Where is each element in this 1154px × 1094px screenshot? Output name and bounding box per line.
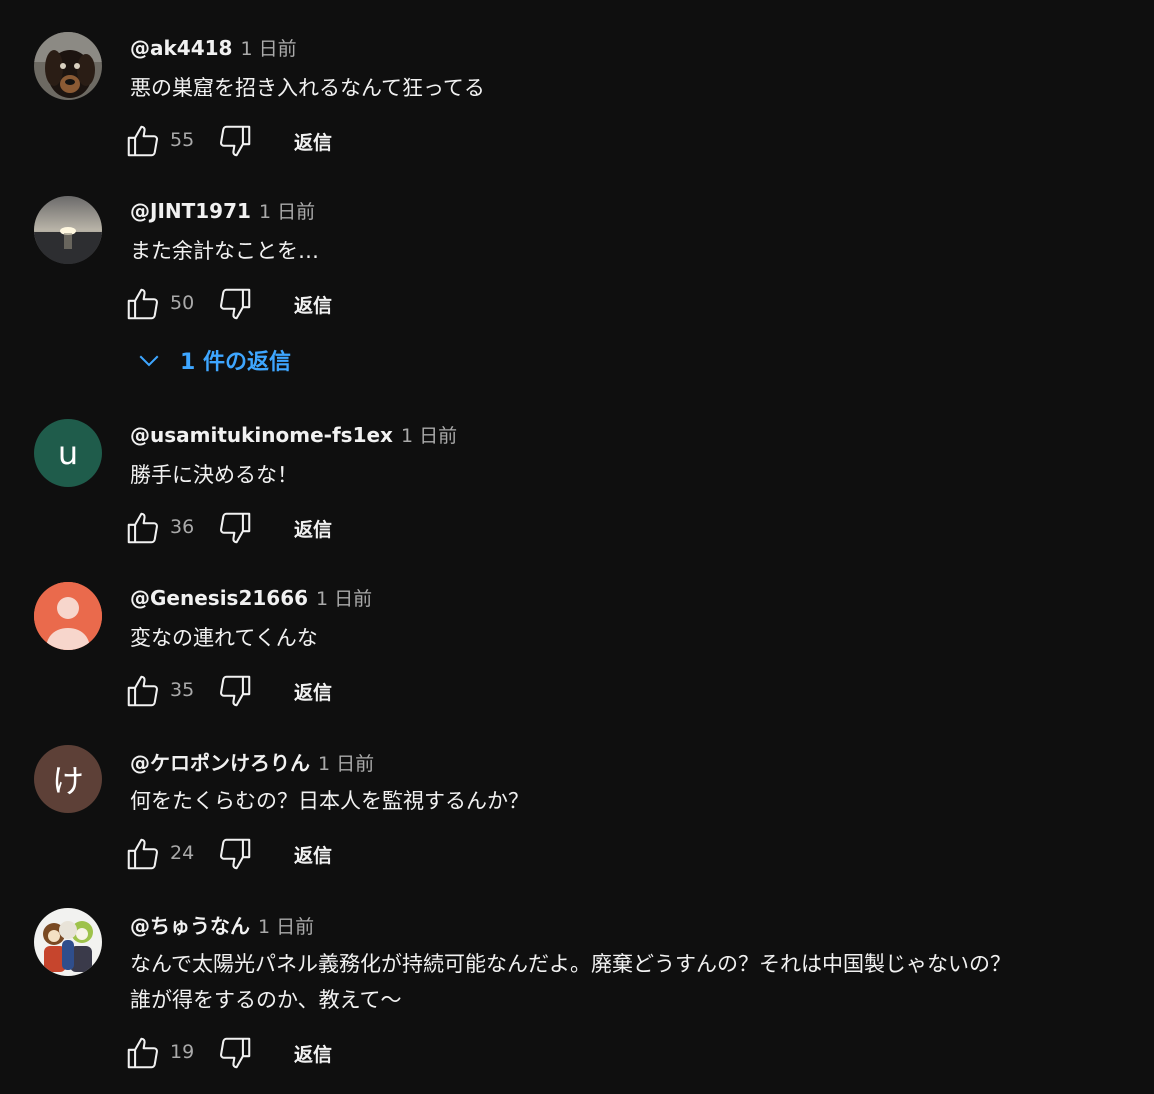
comment-actions: 19 返信 xyxy=(124,1034,424,1074)
avatar[interactable] xyxy=(34,908,102,976)
avatar-letter: け xyxy=(51,762,84,800)
avatar[interactable]: け xyxy=(34,745,102,813)
comment-actions: 55 返信 xyxy=(124,122,424,162)
dislike-button[interactable] xyxy=(216,122,254,160)
comment-text-line: 誰が得をするのか、教えて〜 xyxy=(130,988,402,1012)
dachshund-dog-photo-icon xyxy=(34,32,102,100)
like-count: 55 xyxy=(170,129,195,151)
comment-author[interactable]: @JINT1971 xyxy=(130,199,251,223)
thumbs-down-icon xyxy=(219,675,251,707)
thumbs-up-icon xyxy=(127,288,159,320)
comment-text: なんで太陽光パネル義務化が持続可能なんだよ。廃棄どうすんの？それは中国製じゃない… xyxy=(130,946,1140,1018)
comment-time[interactable]: 1 日前 xyxy=(258,912,314,939)
dislike-button[interactable] xyxy=(216,835,254,873)
thumbs-up-icon xyxy=(127,675,159,707)
default-person-avatar-icon xyxy=(34,582,102,650)
like-button[interactable] xyxy=(124,1034,162,1072)
reply-button[interactable]: 返信 xyxy=(294,515,332,542)
comment-actions: 35 返信 xyxy=(124,672,424,712)
thumbs-down-icon xyxy=(219,512,251,544)
comment-author[interactable]: @usamitukinome-fs1ex xyxy=(130,423,393,447)
reply-button[interactable]: 返信 xyxy=(294,1040,332,1067)
comment-text: 勝手に決めるな！ xyxy=(130,457,1140,493)
thumbs-up-icon xyxy=(127,1037,159,1069)
like-count: 35 xyxy=(170,679,195,701)
replies-count-label: 1 件の返信 xyxy=(180,350,291,375)
thumbs-down-icon xyxy=(219,288,251,320)
sunset-sea-photo-icon xyxy=(34,196,102,264)
comment-author[interactable]: @ちゅうなん xyxy=(130,910,250,939)
comment-time[interactable]: 1 日前 xyxy=(240,34,296,61)
avatar[interactable] xyxy=(34,582,102,650)
reply-button[interactable]: 返信 xyxy=(294,841,332,868)
comment-time[interactable]: 1 日前 xyxy=(259,197,315,224)
reply-button[interactable]: 返信 xyxy=(294,128,332,155)
chevron-down-icon xyxy=(139,355,159,367)
comment-time[interactable]: 1 日前 xyxy=(318,749,374,776)
reply-button[interactable]: 返信 xyxy=(294,291,332,318)
comment-header: @ちゅうなん 1 日前 xyxy=(130,910,314,938)
comment-header: @JINT1971 1 日前 xyxy=(130,197,315,225)
comment-author[interactable]: @ak4418 xyxy=(130,36,232,60)
reply-button[interactable]: 返信 xyxy=(294,678,332,705)
comment-text-line: 変なの連れてくんな xyxy=(130,626,318,650)
avatar-letter: u xyxy=(57,434,79,472)
dislike-button[interactable] xyxy=(216,672,254,710)
avatar[interactable]: u xyxy=(34,419,102,487)
comment-header: @Genesis21666 1 日前 xyxy=(130,584,372,612)
like-button[interactable] xyxy=(124,122,162,160)
comment-text: また余計なことを… xyxy=(130,233,1140,269)
comment-text-line: 悪の巣窟を招き入れるなんて狂ってる xyxy=(130,76,485,100)
comment-header: @ak4418 1 日前 xyxy=(130,34,297,62)
avatar[interactable] xyxy=(34,196,102,264)
comment-text: 悪の巣窟を招き入れるなんて狂ってる xyxy=(130,70,1140,106)
thumbs-up-icon xyxy=(127,838,159,870)
like-button[interactable] xyxy=(124,509,162,547)
dislike-button[interactable] xyxy=(216,509,254,547)
comment-actions: 24 返信 xyxy=(124,835,424,875)
like-count: 19 xyxy=(170,1041,195,1063)
like-button[interactable] xyxy=(124,285,162,323)
comment-text: 変なの連れてくんな xyxy=(130,620,1140,656)
comment-actions: 50 返信 xyxy=(124,285,424,325)
comment-text-line: 何をたくらむの？日本人を監視するんか？ xyxy=(130,789,529,813)
comment-author[interactable]: @Genesis21666 xyxy=(130,586,308,610)
dislike-button[interactable] xyxy=(216,1034,254,1072)
like-button[interactable] xyxy=(124,672,162,710)
comment-header: @ケロポンけろりん 1 日前 xyxy=(130,747,374,775)
comment-time[interactable]: 1 日前 xyxy=(401,421,457,448)
like-count: 36 xyxy=(170,516,195,538)
thumbs-down-icon xyxy=(219,838,251,870)
thumbs-down-icon xyxy=(219,1037,251,1069)
show-replies-button[interactable]: 1 件の返信 xyxy=(134,344,291,376)
comment-header: @usamitukinome-fs1ex 1 日前 xyxy=(130,421,457,449)
comment-author[interactable]: @ケロポンけろりん xyxy=(130,747,310,776)
comment-time[interactable]: 1 日前 xyxy=(316,584,372,611)
like-button[interactable] xyxy=(124,835,162,873)
comment-text-line: なんで太陽光パネル義務化が持続可能なんだよ。廃棄どうすんの？それは中国製じゃない… xyxy=(130,952,1011,976)
thumbs-up-icon xyxy=(127,125,159,157)
comment-text-line: また余計なことを… xyxy=(130,239,319,263)
like-count: 50 xyxy=(170,292,195,314)
avatar[interactable] xyxy=(34,32,102,100)
like-count: 24 xyxy=(170,842,195,864)
thumbs-up-icon xyxy=(127,512,159,544)
comment-text: 何をたくらむの？日本人を監視するんか？ xyxy=(130,783,1140,819)
dislike-button[interactable] xyxy=(216,285,254,323)
comment-text-line: 勝手に決めるな！ xyxy=(130,463,298,487)
thumbs-down-icon xyxy=(219,125,251,157)
comment-actions: 36 返信 xyxy=(124,509,424,549)
mascot-characters-photo-icon xyxy=(34,908,102,976)
